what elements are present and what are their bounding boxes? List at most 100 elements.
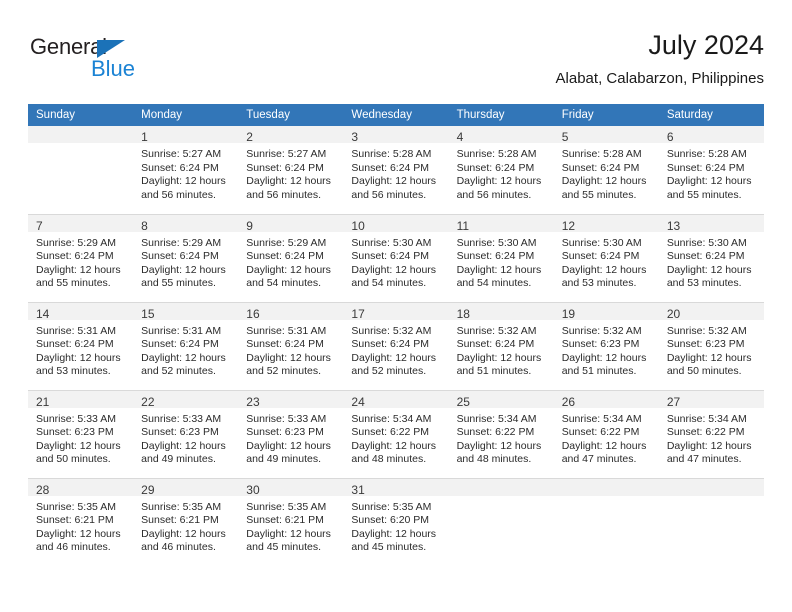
- calendar-day-cell[interactable]: 19 Sunrise: 5:32 AM Sunset: 6:23 PM Dayligh…: [553, 301, 659, 390]
- calendar-day-cell[interactable]: 14 Sunrise: 5:31 AM Sunset: 6:24 PM Dayligh…: [28, 301, 134, 390]
- calendar-day-cell[interactable]: 21 Sunrise: 5:33 AM Sunset: 6:23 PM Dayligh…: [28, 389, 134, 478]
- day-sun-info: Sunrise: 5:33 AM Sunset: 6:23 PM Daylight:…: [238, 408, 343, 467]
- day-daylight-1-text: Daylight: 12 hours: [141, 439, 226, 452]
- day-sunrise-text: Sunrise: 5:28 AM: [456, 148, 537, 160]
- day-daylight-1-text: Daylight: 12 hours: [666, 439, 752, 452]
- day-sunrise-text: Sunrise: 5:35 AM: [36, 500, 116, 513]
- day-sunrise-text: Sunrise: 5:30 AM: [456, 236, 537, 249]
- weekday-header-saturday: Saturday: [658, 104, 764, 126]
- day-sunrise-text: Sunrise: 5:29 AM: [246, 236, 327, 249]
- title-block: July 2024 Alabat, Calabarzon, Philippine…: [556, 28, 764, 90]
- calendar-day-cell[interactable]: 2 Sunrise: 5:27 AM Sunset: 6:24 PM Daylight…: [238, 126, 344, 214]
- day-sunrise-text: Sunrise: 5:34 AM: [351, 412, 432, 425]
- day-daylight-2-text: and 49 minutes.: [246, 453, 321, 466]
- calendar-day-cell[interactable]: 4 Sunrise: 5:28 AM Sunset: 6:24 PM Daylight…: [448, 126, 554, 214]
- page-title: July 2024: [648, 30, 764, 60]
- weekday-header-thursday: Thursday: [448, 104, 554, 126]
- day-sunrise-text: Sunrise: 5:32 AM: [561, 324, 642, 337]
- calendar-day-cell-empty: [28, 126, 134, 214]
- calendar-day-cell[interactable]: 10 Sunrise: 5:30 AM Sunset: 6:24 PM Dayligh…: [343, 213, 449, 302]
- calendar-day-cell[interactable]: 30 Sunrise: 5:35 AM Sunset: 6:21 PM Dayligh…: [238, 477, 344, 566]
- day-sunset-text: Sunset: 6:21 PM: [246, 514, 324, 527]
- day-sunrise-text: Sunrise: 5:34 AM: [561, 412, 642, 425]
- calendar-day-cell[interactable]: 1 Sunrise: 5:27 AM Sunset: 6:24 PM Daylight…: [133, 126, 239, 214]
- calendar-day-cell[interactable]: 23 Sunrise: 5:33 AM Sunset: 6:23 PM Dayligh…: [238, 389, 344, 478]
- calendar-day-cell[interactable]: 27 Sunrise: 5:34 AM Sunset: 6:22 PM Dayligh…: [658, 389, 764, 478]
- day-sunrise-text: Sunrise: 5:35 AM: [141, 500, 222, 513]
- calendar-day-cell[interactable]: 12 Sunrise: 5:30 AM Sunset: 6:24 PM Dayligh…: [553, 213, 659, 302]
- day-number: 10: [343, 214, 449, 233]
- day-sunrise-text: Sunrise: 5:32 AM: [351, 324, 432, 337]
- day-number: 5: [553, 126, 659, 144]
- day-daylight-2-text: and 56 minutes.: [246, 188, 321, 201]
- day-daylight-2-text: and 50 minutes.: [666, 365, 742, 378]
- calendar-day-cell[interactable]: 20 Sunrise: 5:32 AM Sunset: 6:23 PM Dayligh…: [658, 301, 764, 390]
- day-sun-info: [658, 495, 764, 501]
- day-sunrise-text: Sunrise: 5:27 AM: [246, 148, 327, 160]
- general-blue-logo[interactable]: General Blue: [30, 34, 210, 90]
- day-sunset-text: Sunset: 6:21 PM: [141, 514, 219, 527]
- day-daylight-2-text: and 52 minutes.: [351, 365, 427, 378]
- calendar-day-cell[interactable]: 13 Sunrise: 5:30 AM Sunset: 6:24 PM Dayligh…: [658, 213, 764, 302]
- calendar-day-cell[interactable]: 3 Sunrise: 5:28 AM Sunset: 6:24 PM Daylight…: [343, 126, 449, 214]
- day-number: 20: [658, 302, 764, 321]
- day-sun-info: Sunrise: 5:34 AM Sunset: 6:22 PM Daylight:…: [554, 408, 659, 467]
- calendar-day-cell[interactable]: 24 Sunrise: 5:34 AM Sunset: 6:22 PM Dayligh…: [343, 389, 449, 478]
- day-daylight-1-text: Daylight: 12 hours: [36, 439, 121, 452]
- day-daylight-1-text: Daylight: 12 hours: [456, 263, 542, 276]
- day-number: 22: [133, 390, 239, 409]
- calendar-week-row: 21 Sunrise: 5:33 AM Sunset: 6:23 PM Dayligh…: [28, 389, 764, 478]
- calendar-day-cell[interactable]: 11 Sunrise: 5:30 AM Sunset: 6:24 PM Dayligh…: [448, 213, 554, 302]
- day-daylight-1-text: Daylight: 12 hours: [351, 439, 437, 452]
- calendar-day-cell[interactable]: 6 Sunrise: 5:28 AM Sunset: 6:24 PM Daylight…: [658, 126, 764, 214]
- day-sunrise-text: Sunrise: 5:30 AM: [351, 236, 432, 249]
- day-number: 24: [343, 390, 449, 409]
- day-sunset-text: Sunset: 6:24 PM: [36, 338, 114, 351]
- day-sun-info: Sunrise: 5:35 AM Sunset: 6:21 PM Daylight:…: [133, 496, 238, 555]
- day-daylight-1-text: Daylight: 12 hours: [36, 351, 121, 364]
- day-daylight-2-text: and 49 minutes.: [141, 453, 216, 466]
- calendar-day-cell[interactable]: 29 Sunrise: 5:35 AM Sunset: 6:21 PM Dayligh…: [133, 477, 239, 566]
- calendar-day-cell[interactable]: 5 Sunrise: 5:28 AM Sunset: 6:24 PM Daylight…: [553, 126, 659, 214]
- day-daylight-1-text: Daylight: 12 hours: [141, 263, 226, 276]
- calendar-day-cell[interactable]: 31 Sunrise: 5:35 AM Sunset: 6:20 PM Dayligh…: [343, 477, 449, 566]
- day-daylight-1-text: Daylight: 12 hours: [666, 175, 752, 188]
- calendar-day-cell[interactable]: 8 Sunrise: 5:29 AM Sunset: 6:24 PM Daylight…: [133, 213, 239, 302]
- day-sunset-text: Sunset: 6:24 PM: [141, 161, 219, 174]
- calendar-day-cell[interactable]: 7 Sunrise: 5:29 AM Sunset: 6:24 PM Daylight…: [28, 213, 134, 302]
- calendar-week-row: 14 Sunrise: 5:31 AM Sunset: 6:24 PM Dayligh…: [28, 301, 764, 390]
- day-daylight-2-text: and 46 minutes.: [141, 541, 216, 554]
- day-number: 16: [238, 302, 344, 321]
- calendar-day-cell[interactable]: 22 Sunrise: 5:33 AM Sunset: 6:23 PM Dayligh…: [133, 389, 239, 478]
- weekday-header-tuesday: Tuesday: [238, 104, 344, 126]
- calendar-day-cell[interactable]: 16 Sunrise: 5:31 AM Sunset: 6:24 PM Dayligh…: [238, 301, 344, 390]
- day-daylight-1-text: Daylight: 12 hours: [36, 263, 121, 276]
- calendar-day-cell[interactable]: 17 Sunrise: 5:32 AM Sunset: 6:24 PM Dayligh…: [343, 301, 449, 390]
- calendar-day-cell[interactable]: 28 Sunrise: 5:35 AM Sunset: 6:21 PM Dayligh…: [28, 477, 134, 566]
- day-number: 7: [28, 214, 134, 233]
- calendar-day-cell[interactable]: 18 Sunrise: 5:32 AM Sunset: 6:24 PM Dayligh…: [448, 301, 554, 390]
- calendar-day-cell[interactable]: 9 Sunrise: 5:29 AM Sunset: 6:24 PM Daylight…: [238, 213, 344, 302]
- weekday-header-monday: Monday: [133, 104, 239, 126]
- calendar-day-cell[interactable]: 25 Sunrise: 5:34 AM Sunset: 6:22 PM Dayligh…: [448, 389, 554, 478]
- day-number: 11: [448, 214, 554, 233]
- day-daylight-2-text: and 54 minutes.: [246, 277, 321, 290]
- day-number: 30: [238, 478, 344, 497]
- day-sunset-text: Sunset: 6:24 PM: [456, 250, 535, 263]
- day-sunset-text: Sunset: 6:24 PM: [141, 338, 219, 351]
- day-sunrise-text: Sunrise: 5:30 AM: [666, 236, 747, 249]
- day-daylight-1-text: Daylight: 12 hours: [351, 527, 437, 540]
- day-number: 13: [658, 214, 764, 233]
- day-sun-info: Sunrise: 5:29 AM Sunset: 6:24 PM Daylight:…: [238, 232, 343, 291]
- day-sunset-text: Sunset: 6:22 PM: [561, 426, 640, 439]
- day-sunrise-text: Sunrise: 5:31 AM: [246, 324, 327, 337]
- day-daylight-2-text: and 54 minutes.: [456, 277, 532, 290]
- day-sunset-text: Sunset: 6:24 PM: [456, 338, 535, 351]
- calendar-day-cell-empty: [448, 477, 554, 566]
- day-daylight-2-text: and 45 minutes.: [246, 541, 321, 554]
- calendar-day-cell[interactable]: 26 Sunrise: 5:34 AM Sunset: 6:22 PM Dayligh…: [553, 389, 659, 478]
- calendar-day-cell[interactable]: 15 Sunrise: 5:31 AM Sunset: 6:24 PM Dayligh…: [133, 301, 239, 390]
- day-daylight-2-text: and 53 minutes.: [666, 277, 742, 290]
- day-sun-info: [448, 495, 554, 501]
- day-sunrise-text: Sunrise: 5:30 AM: [561, 236, 642, 249]
